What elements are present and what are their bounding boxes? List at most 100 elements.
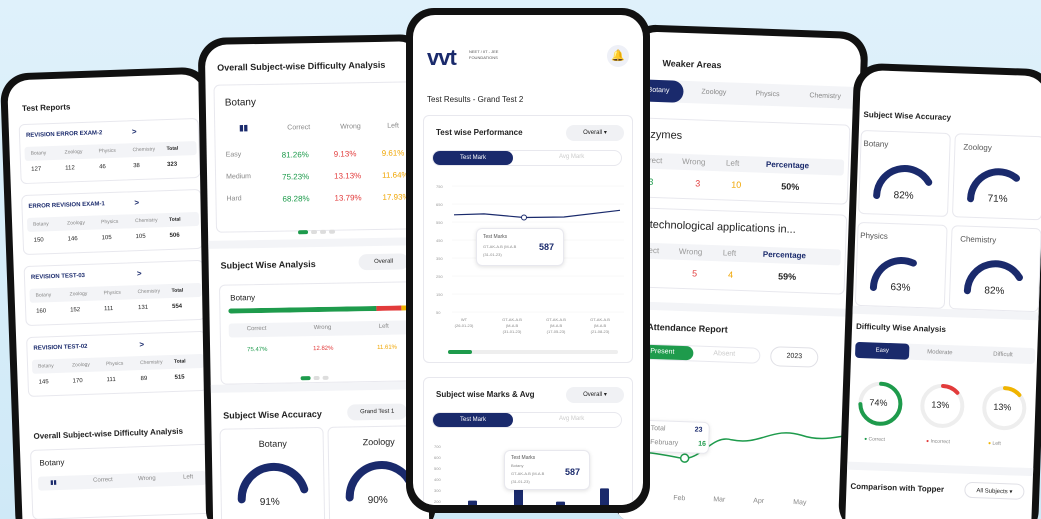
header-wrong: Wrong [340,123,361,131]
tab-easy[interactable]: Easy [854,341,910,360]
y-tick-label: 150 [436,292,443,297]
year-dropdown[interactable]: 2023 [769,346,819,368]
x-tick-label: (M-A.B [594,323,607,328]
header-wrong: Wrong [137,475,156,483]
gauge-value: 71% [987,193,1008,206]
column-header: Zoology [67,219,86,227]
tooltip-sub: Botany [511,463,524,468]
phone-difficulty: Overall Subject-wise Difficulty Analysis… [197,34,437,519]
cell-value: 112 [65,165,75,172]
subject-label: Botany [230,293,256,303]
column-header: Chemistry [137,288,161,296]
bar [468,500,477,505]
screen: Subject Wise Accuracy Botany 82% Zoology 71… [844,69,1041,519]
chevron-right-icon: > [139,339,145,350]
bar [600,488,609,505]
column-header: Zoology [71,361,90,369]
y-tick-label: 450 [436,238,443,243]
exam-name: REVISION TEST-03 [30,272,86,281]
header-row: CorrectWrongLeftPercentage [628,242,842,266]
overall-dropdown[interactable]: Overall ▾ [566,125,624,141]
mark-tabs: Test Mark Avg Mark [432,412,622,428]
difficulty-tabs: Easy Moderate Difficult [854,341,1036,365]
month-label: May [793,498,807,507]
exam-card[interactable]: REVISION ERROR EXAM-2 > Botany Zoology Physi… [18,117,201,185]
tooltip-sub: GT-AK-A.B (M-A.B [483,244,517,249]
section-title: Subject Wise Accuracy [223,408,322,421]
y-tick-label: 750 [436,184,443,189]
cell-value: 105 [135,233,146,241]
topic-card[interactable]: Biotechnological applications in...Corre… [626,207,848,295]
logo-sub: FOUNDATIONS [469,55,498,60]
data-point [521,214,527,221]
tab-physics[interactable]: Physics [755,90,779,98]
tab-avg-mark[interactable]: Avg Mark [559,154,584,160]
left-value: 9.61% [381,148,405,158]
column-header: Chemistry [139,359,163,367]
header-row: CorrectWrongLeftPercentage [631,152,845,176]
y-tick-label: 200 [434,499,441,504]
bell-icon[interactable]: 🔔 [607,45,629,67]
column-header: Wrong [681,156,706,167]
subjects-dropdown[interactable]: All Subjects ▾ [964,481,1025,500]
tab-moderate[interactable]: Moderate [927,349,953,356]
y-tick-label: 550 [436,220,443,225]
exam-card[interactable]: ERROR REVISION EXAM-1 > Botany Zoology Physi… [21,188,204,256]
gauge-value: 63% [890,282,911,294]
tab-difficult[interactable]: Difficult [993,352,1013,359]
y-tick-label: 50 [436,310,441,315]
logo-text: vvt [427,45,457,70]
exam-card[interactable]: REVISION TEST-02 > Botany Zoology Physics Che… [26,330,209,398]
topic-card[interactable]: EnzymesCorrectWrongLeftPercentage1331050… [629,117,851,205]
header-correct: Correct [246,325,267,333]
subject-label: Botany [258,438,287,450]
exam-name: REVISION ERROR EXAM-2 [25,130,103,139]
accuracy-card: Physics 63% [854,221,948,309]
tab-test-mark[interactable]: Test Mark [433,413,513,427]
chart-icon: ▮▮ [50,480,57,487]
left-value: 11.64% [382,170,409,180]
subject-label: Zoology [963,142,992,153]
exam-card[interactable]: REVISION TEST-03 > Botany Zoology Physics Che… [23,259,206,327]
tab-absent[interactable]: Absent [713,350,735,358]
legend-item: ● Incorrect [925,438,951,446]
header-correct: Correct [287,124,311,132]
column-header: Percentage [765,159,810,171]
cell-value: 131 [138,304,149,312]
carousel-dots[interactable] [298,221,338,240]
cell-value: 50% [781,181,800,193]
cell-value: 10 [731,179,742,190]
header-row: Botany Zoology Physics Chemistry Total [26,211,200,232]
x-tick-label: (M-A.B [550,323,563,328]
cell-value: 160 [36,308,47,315]
column-header: Wrong [678,246,703,257]
overall-dropdown[interactable]: Overall [358,253,409,271]
bar-chart-icon: ▮▮ [239,123,249,133]
column-header: Total [171,287,184,294]
card-title: Test wise Performance [436,128,523,137]
tab-avg-mark[interactable]: Avg Mark [559,416,584,422]
y-tick-label: 500 [434,466,441,471]
test-dropdown[interactable]: Grand Test 1 [347,403,408,421]
correct-segment [228,305,377,314]
analysis-bar [228,305,425,314]
column-header: Botany [35,292,52,299]
scrollbar[interactable] [448,350,618,354]
section-title: Difficulty Wise Analysis [855,321,947,335]
tab-zoology[interactable]: Zoology [701,89,726,97]
cell-value: 152 [70,307,81,314]
section-title: Overall Subject-wise Difficulty Analysis [33,426,184,441]
overall-dropdown[interactable]: Overall ▾ [566,387,624,403]
gauge-value: 82% [984,285,1005,298]
tab-chemistry[interactable]: Chemistry [809,92,841,100]
chart-tooltip: Test Marks GT-AK-A.B (M-A.B (31-01-23) 5… [476,228,564,266]
header-left: Left [378,323,389,330]
tab-test-mark[interactable]: Test Mark [433,151,513,165]
subject-label: Botany [863,139,889,149]
legend-label: Incorrect [930,438,951,446]
page-title: Weaker Areas [662,58,722,71]
month-label: Mar [713,496,726,504]
screen: Test Reports REVISION ERROR EXAM-2 > Botan… [7,73,220,519]
screen: Weaker Areas Botany Zoology Physics Chem… [618,31,862,519]
bar [556,501,565,505]
